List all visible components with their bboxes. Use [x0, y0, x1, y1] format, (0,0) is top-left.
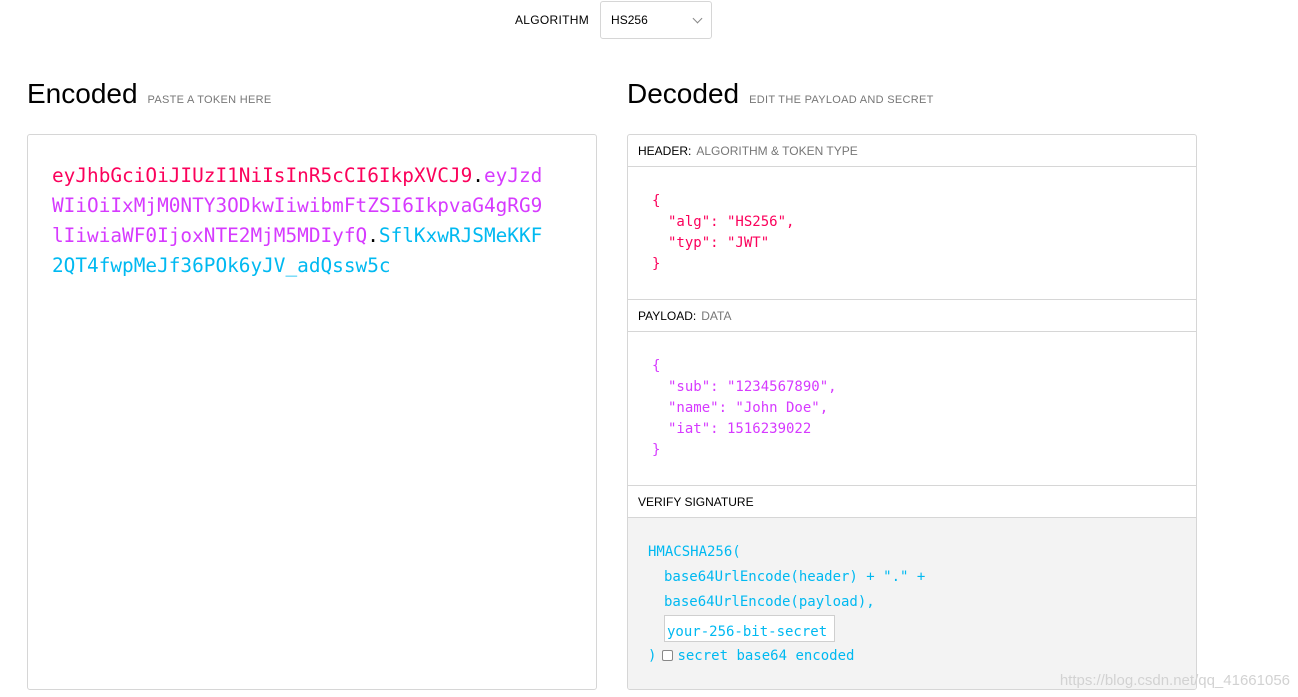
json-line: "sub": "1234567890",: [668, 379, 837, 395]
encoded-title: Encoded: [27, 78, 138, 109]
header-json-editor[interactable]: { "alg": "HS256", "typ": "JWT" }: [628, 167, 1196, 300]
json-line: "alg": "HS256",: [668, 214, 795, 230]
decoded-heading: Decoded EDIT THE PAYLOAD AND SECRET: [627, 78, 934, 110]
algorithm-selected-value: HS256: [611, 13, 648, 27]
chevron-down-icon: [692, 13, 703, 23]
verify-label: VERIFY SIGNATURE: [638, 494, 754, 509]
header-section-title: HEADER: ALGORITHM & TOKEN TYPE: [628, 135, 1196, 167]
hmac-function-close: ): [648, 648, 657, 664]
hmac-function-open: HMACSHA256(: [648, 544, 741, 560]
encoded-token-editor[interactable]: eyJhbGciOiJIUzI1NiIsInR5cCI6IkpXVCJ9.eyJ…: [27, 134, 597, 690]
decoded-panel: HEADER: ALGORITHM & TOKEN TYPE { "alg": …: [627, 134, 1197, 690]
payload-label: PAYLOAD:: [638, 308, 697, 323]
verify-signature-body: HMACSHA256( base64UrlEncode(header) + ".…: [628, 518, 1196, 689]
encoded-subtitle: PASTE A TOKEN HERE: [147, 94, 272, 106]
decoded-title: Decoded: [627, 78, 740, 109]
encoded-heading: Encoded PASTE A TOKEN HERE: [27, 78, 272, 110]
encoded-token[interactable]: eyJhbGciOiJIUzI1NiIsInR5cCI6IkpXVCJ9.eyJ…: [52, 161, 552, 281]
json-line: }: [652, 256, 661, 272]
secret-input[interactable]: your-256-bit-secret: [664, 615, 835, 642]
payload-json-editor[interactable]: { "sub": "1234567890", "name": "John Doe…: [628, 332, 1196, 486]
token-header-part: eyJhbGciOiJIUzI1NiIsInR5cCI6IkpXVCJ9: [52, 164, 473, 187]
token-dot: .: [472, 164, 484, 187]
verify-section-title: VERIFY SIGNATURE: [628, 486, 1196, 518]
algorithm-bar: ALGORITHM HS256: [515, 1, 713, 39]
base64-checkbox[interactable]: [662, 650, 674, 661]
algorithm-select[interactable]: HS256: [600, 1, 713, 39]
decoded-subtitle: EDIT THE PAYLOAD AND SECRET: [749, 94, 934, 106]
json-line: "typ": "JWT": [668, 235, 770, 251]
json-line: "name": "John Doe",: [668, 400, 829, 416]
json-line: {: [652, 358, 661, 374]
payload-description: DATA: [701, 308, 732, 323]
base64-checkbox-label[interactable]: secret base64 encoded: [677, 648, 854, 664]
watermark: https://blog.csdn.net/qq_41661056: [1059, 672, 1290, 689]
json-line: }: [652, 442, 661, 458]
hmac-line-payload: base64UrlEncode(payload),: [664, 594, 875, 610]
header-label: HEADER:: [638, 143, 692, 158]
payload-section-title: PAYLOAD: DATA: [628, 300, 1196, 332]
json-line: {: [652, 193, 661, 209]
header-description: ALGORITHM & TOKEN TYPE: [696, 143, 858, 158]
token-dot: .: [367, 224, 379, 247]
hmac-line-header: base64UrlEncode(header) + "." +: [664, 569, 926, 585]
algorithm-label: ALGORITHM: [515, 13, 590, 27]
json-line: "iat": 1516239022: [668, 421, 812, 437]
